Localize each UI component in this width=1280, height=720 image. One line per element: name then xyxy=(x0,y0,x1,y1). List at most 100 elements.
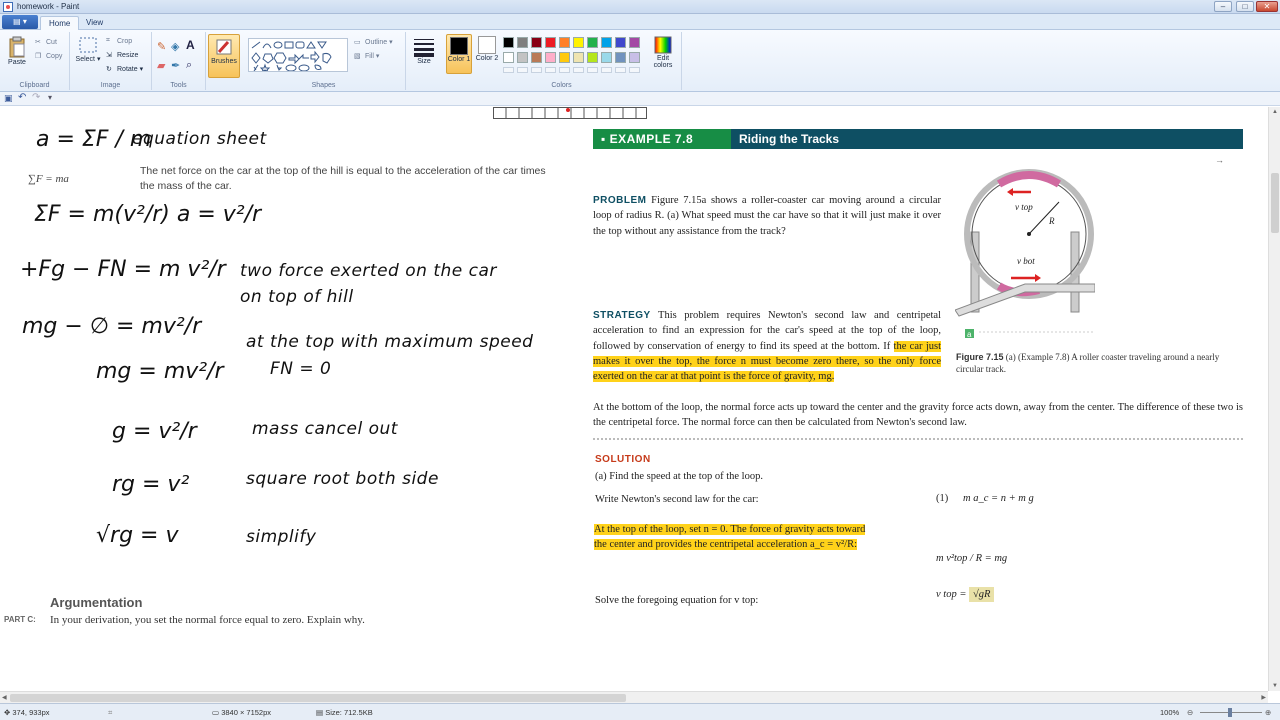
palette-swatch[interactable] xyxy=(629,52,640,63)
strategy-bottom: At the bottom of the loop, the normal fo… xyxy=(593,402,1243,429)
ribbon-tab-row: ▤ ▾ Home View xyxy=(0,14,1280,30)
tools-group: ✎ ◈ A ▰ ✒ ⌕ Tools xyxy=(152,32,206,90)
custom-color-slot[interactable] xyxy=(587,67,598,73)
solution-solve: Solve the foregoing equation for v top: xyxy=(595,595,759,606)
scroll-left-icon: ◀ xyxy=(2,695,7,701)
palette-swatch[interactable] xyxy=(517,37,528,48)
custom-color-slot[interactable] xyxy=(517,67,528,73)
ribbon: Paste ✂ Cut ❐ Copy Clipboard Select ▾ ⌗ Cro… xyxy=(0,30,1280,92)
palette-swatch[interactable] xyxy=(629,37,640,48)
rotate-icon: ↻ xyxy=(106,66,112,74)
palette-swatch[interactable] xyxy=(615,52,626,63)
shapes-gallery-icons xyxy=(251,41,332,74)
shapes-gallery[interactable] xyxy=(248,38,348,74)
palette-swatch[interactable] xyxy=(573,52,584,63)
tab-home[interactable]: Home xyxy=(40,16,80,30)
customize-qat-icon[interactable]: ▾ xyxy=(48,93,52,102)
zoom-slider-thumb[interactable] xyxy=(1228,708,1232,717)
eq1-number: (1) xyxy=(936,493,949,504)
solution-label: SOLUTION xyxy=(595,454,651,465)
horizontal-scrollbar[interactable]: ◀ ▶ xyxy=(0,691,1268,703)
resize-icon: ⇲ xyxy=(106,52,112,59)
shape-outline-dropdown[interactable]: ▭ Outline ▾ xyxy=(354,38,393,46)
palette-swatch[interactable] xyxy=(587,52,598,63)
colors-group-label: Colors xyxy=(551,82,572,89)
palette-swatch[interactable] xyxy=(545,52,556,63)
paint-app-icon[interactable] xyxy=(3,2,13,12)
palette-swatch[interactable] xyxy=(545,37,556,48)
copy-icon: ❐ xyxy=(35,53,42,60)
undo-icon[interactable]: ↶ xyxy=(18,92,26,103)
magnifier-icon[interactable]: ⌕ xyxy=(186,59,192,72)
palette-swatch[interactable] xyxy=(587,37,598,48)
shape-fill-dropdown[interactable]: ▧ Fill ▾ xyxy=(354,52,379,60)
printed-net-force-text: The net force on the car at the top of t… xyxy=(140,165,546,192)
palette-swatch[interactable] xyxy=(531,52,542,63)
resize-button[interactable]: ⇲ Resize xyxy=(106,51,138,59)
close-button[interactable]: ✕ xyxy=(1256,1,1278,12)
palette-swatch[interactable] xyxy=(517,52,528,63)
palette-swatch[interactable] xyxy=(503,52,514,63)
vertical-scroll-thumb[interactable] xyxy=(1271,173,1279,233)
pencil-icon[interactable]: ✎ xyxy=(157,40,166,53)
cut-button[interactable]: ✂ Cut xyxy=(35,38,57,46)
custom-color-slot[interactable] xyxy=(503,67,514,73)
hw-eq8: √rg = v xyxy=(96,523,179,548)
save-icon[interactable]: ▣ xyxy=(4,93,13,104)
palette-swatch[interactable] xyxy=(559,37,570,48)
color2-swatch xyxy=(478,36,496,54)
quick-access-toolbar: ▣ ↶ ↷ ▾ xyxy=(0,92,1280,106)
copy-button[interactable]: ❐ Copy xyxy=(35,52,62,60)
horizontal-scroll-thumb[interactable] xyxy=(10,694,626,702)
fig-a-label: a xyxy=(967,330,972,339)
paste-button[interactable]: Paste xyxy=(3,36,31,66)
eraser-icon[interactable]: ▰ xyxy=(157,59,165,72)
minimize-button[interactable]: – xyxy=(1214,1,1232,12)
brushes-button[interactable]: Brushes xyxy=(208,34,240,78)
zoom-out-button[interactable]: ⊖ xyxy=(1187,708,1193,717)
scroll-up-icon: ▲ xyxy=(1272,109,1278,115)
custom-color-slot[interactable] xyxy=(573,67,584,73)
status-bar: ✥ 374, 933px ⌗ ▭ 3840 × 7152px ▤ Size: 7… xyxy=(0,703,1280,720)
palette-swatch[interactable] xyxy=(559,52,570,63)
palette-swatch[interactable] xyxy=(573,37,584,48)
edit-colors-button[interactable]: Edit colors xyxy=(648,36,678,69)
palette-swatch[interactable] xyxy=(615,37,626,48)
hw-eq3-note2: on top of hill xyxy=(240,287,354,307)
fill-bucket-icon[interactable]: ◈ xyxy=(171,40,179,53)
problem-paragraph: PROBLEM Figure 7.15a shows a roller-coas… xyxy=(593,195,942,237)
custom-color-slot[interactable] xyxy=(559,67,570,73)
custom-color-slot[interactable] xyxy=(615,67,626,73)
hw-eq1-note: equation sheet xyxy=(132,129,267,149)
image-group-label: Image xyxy=(100,82,121,89)
zoom-in-button[interactable]: ⊕ xyxy=(1265,708,1271,717)
hw-eq3-note: two force exerted on the car xyxy=(240,261,497,281)
brush-icon xyxy=(216,39,232,55)
custom-color-slot[interactable] xyxy=(629,67,640,73)
size-button[interactable]: Size xyxy=(410,37,438,65)
rotate-button[interactable]: ↻ Rotate ▾ xyxy=(106,65,143,73)
solution-top-of-loop: At the top of the loop, set n = 0. The f… xyxy=(594,524,866,551)
tools-group-label: Tools xyxy=(170,82,187,89)
paint-menu-button[interactable]: ▤ ▾ xyxy=(2,15,38,29)
redo-icon[interactable]: ↷ xyxy=(32,92,40,103)
maximize-button[interactable]: □ xyxy=(1236,1,1254,12)
select-button[interactable]: Select ▾ xyxy=(74,36,102,63)
disk-icon: ▤ xyxy=(316,708,324,717)
paint-canvas[interactable]: a = ΣF / m equation sheet ∑F = ma The ne… xyxy=(0,107,1268,691)
custom-color-slot[interactable] xyxy=(601,67,612,73)
color2-button[interactable]: Color 2 xyxy=(474,34,500,74)
tab-view[interactable]: View xyxy=(78,16,111,30)
text-tool-icon[interactable]: A xyxy=(186,38,195,52)
color-picker-icon[interactable]: ✒ xyxy=(171,59,180,72)
title-bar: homework - Paint – □ ✕ xyxy=(0,0,1280,14)
palette-swatch[interactable] xyxy=(503,37,514,48)
color1-button[interactable]: Color 1 xyxy=(446,34,472,74)
custom-color-slot[interactable] xyxy=(545,67,556,73)
crop-button[interactable]: ⌗ Crop xyxy=(106,37,132,45)
palette-swatch[interactable] xyxy=(531,37,542,48)
custom-color-slot[interactable] xyxy=(531,67,542,73)
vertical-scrollbar[interactable]: ▲ ▼ xyxy=(1268,107,1280,691)
palette-swatch[interactable] xyxy=(601,37,612,48)
palette-swatch[interactable] xyxy=(601,52,612,63)
